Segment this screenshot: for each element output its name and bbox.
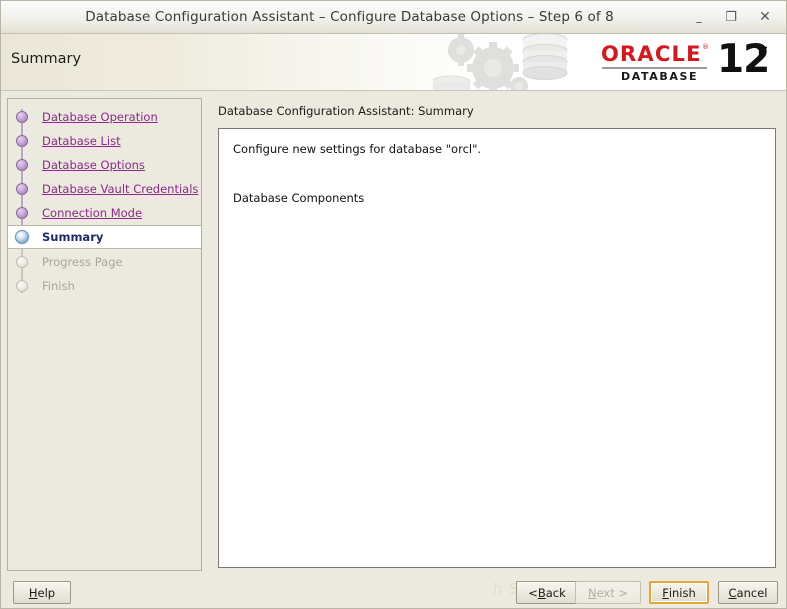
oracle-logo: ORACLE ® DATABASE 12 c	[601, 37, 779, 90]
oracle-divider	[602, 67, 707, 69]
oracle-trademark: ®	[702, 43, 709, 51]
close-icon[interactable]: ✕	[755, 8, 775, 27]
help-button[interactable]: Help	[13, 581, 71, 604]
finish-button[interactable]: Finish	[649, 581, 709, 604]
oracle-product-label: DATABASE	[621, 70, 699, 83]
finish-post: inish	[668, 585, 696, 600]
sidebar-item-label: Database Options	[42, 158, 145, 172]
step-node-icon	[16, 111, 28, 123]
sidebar-item-database-list[interactable]: Database List	[8, 129, 201, 153]
step-node-icon	[16, 207, 28, 219]
page-title: Summary	[11, 51, 82, 67]
button-bar: Help < Back Next > Finish Cancel	[1, 573, 786, 608]
sidebar-item-database-vault-credentials[interactable]: Database Vault Credentials	[8, 177, 201, 201]
sidebar-item-label: Database List	[42, 134, 121, 148]
sidebar-item-connection-mode[interactable]: Connection Mode	[8, 201, 201, 225]
back-post: ack	[545, 585, 566, 600]
step-node-icon	[16, 256, 28, 268]
sidebar-item-label: Database Operation	[42, 110, 158, 124]
oracle-wordmark: ORACLE	[601, 42, 702, 66]
summary-section-heading: Database Components	[233, 191, 365, 205]
help-mnemonic: H	[28, 585, 38, 600]
step-node-icon	[15, 230, 29, 244]
sidebar-item-summary[interactable]: Summary	[8, 225, 201, 249]
minimize-glyph: –	[695, 15, 703, 30]
cancel-mnemonic: C	[728, 585, 737, 600]
cancel-post: ancel	[736, 585, 768, 600]
window-title: Database Configuration Assistant – Confi…	[85, 9, 614, 25]
sidebar-item-label: Database Vault Credentials	[42, 182, 199, 196]
sidebar-item-label: Summary	[42, 230, 104, 244]
title-bar: Database Configuration Assistant – Confi…	[1, 1, 786, 34]
finish-mnemonic: F	[662, 585, 669, 600]
summary-description: Configure new settings for database "orc…	[233, 142, 482, 156]
step-node-icon	[16, 280, 28, 292]
step-node-icon	[16, 183, 28, 195]
back-pre: <	[528, 585, 538, 600]
wizard-step-sidebar: Database Operation Database List Databas…	[7, 98, 202, 571]
application-window: Database Configuration Assistant – Confi…	[0, 0, 787, 609]
help-post: elp	[37, 585, 56, 600]
gears-database-decoration	[433, 34, 568, 90]
back-button[interactable]: < Back	[516, 581, 578, 604]
sidebar-item-label: Connection Mode	[42, 206, 143, 220]
step-node-icon	[16, 135, 28, 147]
back-mnemonic: B	[537, 585, 546, 600]
sidebar-item-database-operation[interactable]: Database Operation	[8, 105, 201, 129]
sidebar-item-label: Progress Page	[42, 255, 123, 269]
sidebar-item-label: Finish	[42, 279, 75, 293]
summary-panel: Configure new settings for database "orc…	[218, 128, 776, 568]
minimize-icon[interactable]: –	[689, 8, 709, 30]
next-post: ext >	[596, 585, 629, 600]
cancel-button[interactable]: Cancel	[718, 581, 778, 604]
oracle-edition-letter: c	[758, 41, 768, 61]
maximize-icon[interactable]: ❐	[721, 8, 741, 27]
sidebar-item-database-options[interactable]: Database Options	[8, 153, 201, 177]
sidebar-item-finish: Finish	[8, 274, 201, 298]
next-button: Next >	[575, 581, 641, 604]
header-banner: Summary ORACLE ® DATABASE 12 c	[1, 34, 786, 91]
next-mnemonic: N	[587, 585, 597, 600]
step-node-icon	[16, 159, 28, 171]
sidebar-item-progress-page: Progress Page	[8, 250, 201, 274]
content-section-label: Database Configuration Assistant: Summar…	[218, 104, 474, 118]
